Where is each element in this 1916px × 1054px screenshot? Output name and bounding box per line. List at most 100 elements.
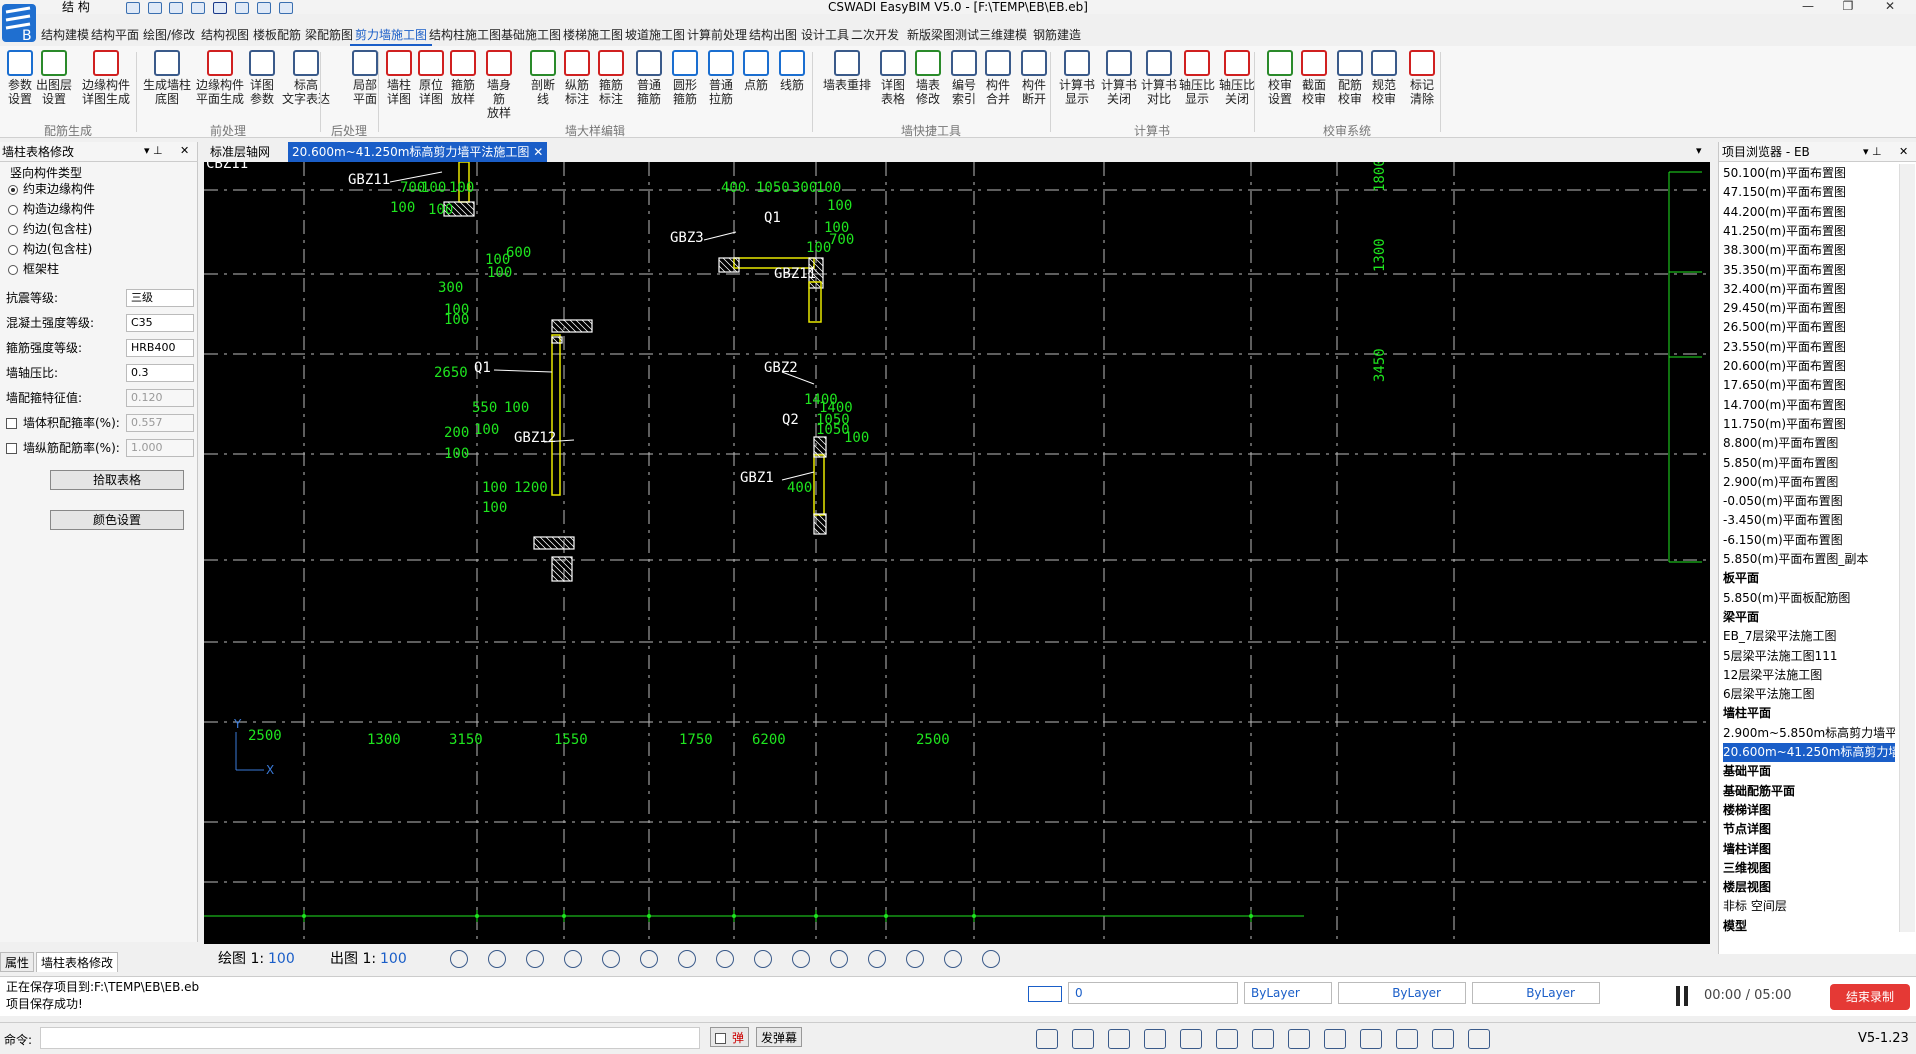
checkbox-icon[interactable] [6, 443, 17, 454]
ribbon-button-26[interactable]: 计算书 显示 [1058, 50, 1096, 106]
browser-item-20[interactable]: 5.850(m)平面布置图_副本 [1723, 550, 1895, 569]
menu-tab-2[interactable]: 绘图/修改 [138, 24, 200, 46]
ortho-icon[interactable] [640, 950, 658, 968]
ribbon-button-32[interactable]: 截面 校审 [1298, 50, 1330, 106]
layer-line-icon[interactable] [830, 950, 848, 968]
menu-tab-1[interactable]: 结构平面 [86, 24, 144, 46]
prop-label-5[interactable]: 墙体积配箍率(%): [6, 413, 120, 433]
table-icon[interactable] [1252, 1029, 1274, 1049]
browser-item-23[interactable]: 梁平面 [1723, 608, 1895, 627]
prop-value-0[interactable]: 三级 [126, 289, 194, 307]
save-icon[interactable] [169, 1, 184, 14]
rotate-icon[interactable] [1144, 1029, 1166, 1049]
extend-icon[interactable] [716, 950, 734, 968]
browser-item-37[interactable]: 楼层视图 [1723, 878, 1895, 897]
browser-item-11[interactable]: 17.650(m)平面布置图 [1723, 376, 1895, 395]
browser-item-17[interactable]: -0.050(m)平面布置图 [1723, 492, 1895, 511]
ribbon-button-10[interactable]: 箍筋 放样 [448, 50, 478, 106]
transfer-icon[interactable] [1432, 1029, 1454, 1049]
grid-icon[interactable] [488, 950, 506, 968]
browser-item-13[interactable]: 11.750(m)平面布置图 [1723, 415, 1895, 434]
menu-tab-16[interactable]: 三维建模 [974, 24, 1032, 46]
pin-icon[interactable]: ▾ ⊥ [144, 144, 163, 157]
dwg-export-icon[interactable] [1288, 1029, 1310, 1049]
browser-item-27[interactable]: 6层梁平法施工图 [1723, 685, 1895, 704]
browser-item-10[interactable]: 20.600(m)平面布置图 [1723, 357, 1895, 376]
browser-item-26[interactable]: 12层梁平法施工图 [1723, 666, 1895, 685]
pin-icon[interactable]: ▾ ⊥ [1863, 145, 1882, 158]
undo-icon[interactable] [125, 1, 140, 14]
browser-item-28[interactable]: 墙柱平面 [1723, 704, 1895, 723]
radio-2[interactable]: 约边(包含柱) [8, 220, 92, 238]
color-select[interactable]: ByLayer [1244, 982, 1332, 1004]
prop-value-5[interactable]: 0.557 [126, 414, 194, 432]
close-tab-icon[interactable]: ✕ [533, 145, 543, 159]
draw-icon[interactable] [1324, 1029, 1346, 1049]
filter-icon[interactable] [906, 950, 924, 968]
ribbon-button-3[interactable]: 生成墙柱 底图 [142, 50, 192, 106]
close-window-button[interactable]: ✕ [1870, 0, 1910, 14]
menu-tab-15[interactable]: 新版梁图测试 [902, 24, 984, 46]
ribbon-button-20[interactable]: 墙表重排 [822, 50, 872, 92]
browser-item-33[interactable]: 楼梯详图 [1723, 801, 1895, 820]
export-icon[interactable] [278, 1, 293, 14]
ribbon-button-6[interactable]: 标高 文字表达 [282, 50, 330, 106]
tab-wall-table[interactable]: 墙柱表格修改 [36, 952, 119, 972]
browser-item-14[interactable]: 8.800(m)平面布置图 [1723, 434, 1895, 453]
ribbon-button-15[interactable]: 普通 箍筋 [632, 50, 666, 106]
prop-value-6[interactable]: 1.000 [126, 439, 194, 457]
ribbon-button-27[interactable]: 计算书 关闭 [1100, 50, 1138, 106]
prop-value-2[interactable]: HRB400 [126, 339, 194, 357]
browser-item-36[interactable]: 三维视图 [1723, 859, 1895, 878]
restore-button[interactable]: ❐ [1828, 0, 1868, 14]
cube-icon[interactable] [868, 950, 886, 968]
browser-item-29[interactable]: 2.900m~5.850m标高剪力墙平法 [1723, 724, 1895, 743]
window2-icon[interactable] [982, 950, 1000, 968]
structure-icon[interactable] [1108, 1029, 1130, 1049]
menu-tab-7[interactable]: 结构柱施工图 [424, 24, 506, 46]
browser-item-8[interactable]: 26.500(m)平面布置图 [1723, 318, 1895, 337]
ribbon-button-21[interactable]: 详图 表格 [876, 50, 910, 106]
pause-icon[interactable] [1676, 986, 1688, 1006]
ribbon-button-23[interactable]: 编号 索引 [948, 50, 980, 106]
cad-drawing[interactable]: 700100 100 400 1050 300100100 100 100600100300… [204, 162, 1710, 944]
panel-close-icon[interactable]: ✕ [1899, 145, 1908, 158]
doc-tab-shear-wall-plan[interactable]: 20.600m~41.250m标高剪力墙平法施工图 ✕ [288, 142, 548, 162]
ribbon-button-33[interactable]: 配筋 校审 [1334, 50, 1366, 106]
window-icon[interactable] [944, 950, 962, 968]
browser-item-19[interactable]: -6.150(m)平面布置图 [1723, 531, 1895, 550]
ribbon-button-0[interactable]: 参数 设置 [4, 50, 36, 106]
prop-value-4[interactable]: 0.120 [126, 389, 194, 407]
vertical-scrollbar[interactable] [1899, 164, 1915, 932]
tab-list-icon[interactable]: ▾ [1696, 144, 1702, 157]
lock-icon[interactable] [564, 950, 582, 968]
browser-item-2[interactable]: 44.200(m)平面布置图 [1723, 203, 1895, 222]
browser-item-0[interactable]: 50.100(m)平面布置图 [1723, 164, 1895, 183]
menu-tab-12[interactable]: 结构出图 [744, 24, 802, 46]
doc-tab-axis-grid[interactable]: 标准层轴网 [206, 142, 274, 162]
ribbon-button-28[interactable]: 计算书 对比 [1140, 50, 1178, 106]
menu-tab-14[interactable]: 二次开发 [846, 24, 904, 46]
browser-item-30[interactable]: 20.600m~41.250m标高剪力墙平 [1723, 743, 1895, 762]
ribbon-button-11[interactable]: 墙身筋 放样 [482, 50, 516, 120]
close-icon[interactable] [213, 1, 228, 14]
ribbon-button-18[interactable]: 点筋 [740, 50, 772, 92]
ribbon-button-8[interactable]: 墙柱 详图 [384, 50, 414, 106]
ribbon-button-2[interactable]: 边缘构件 详图生成 [78, 50, 134, 106]
sync-icon[interactable] [1360, 1029, 1382, 1049]
radio-4[interactable]: 框架柱 [8, 260, 59, 278]
browser-item-9[interactable]: 23.550(m)平面布置图 [1723, 338, 1895, 357]
tag-icon[interactable] [1396, 1029, 1418, 1049]
print-icon[interactable] [256, 1, 271, 14]
ribbon-button-25[interactable]: 构件 断开 [1018, 50, 1050, 106]
radio-1[interactable]: 构造边缘构件 [8, 200, 95, 218]
ribbon-button-12[interactable]: 剖断线 [526, 50, 560, 106]
browser-item-1[interactable]: 47.150(m)平面布置图 [1723, 183, 1895, 202]
browser-item-39[interactable]: 模型 [1723, 917, 1895, 936]
ribbon-button-34[interactable]: 规范 校审 [1368, 50, 1400, 106]
ribbon-button-16[interactable]: 圆形 箍筋 [668, 50, 702, 106]
radio-0[interactable]: 约束边缘构件 [8, 180, 95, 198]
snap-icon[interactable] [602, 950, 620, 968]
browser-item-34[interactable]: 节点详图 [1723, 820, 1895, 839]
prop-value-1[interactable]: C35 [126, 314, 194, 332]
